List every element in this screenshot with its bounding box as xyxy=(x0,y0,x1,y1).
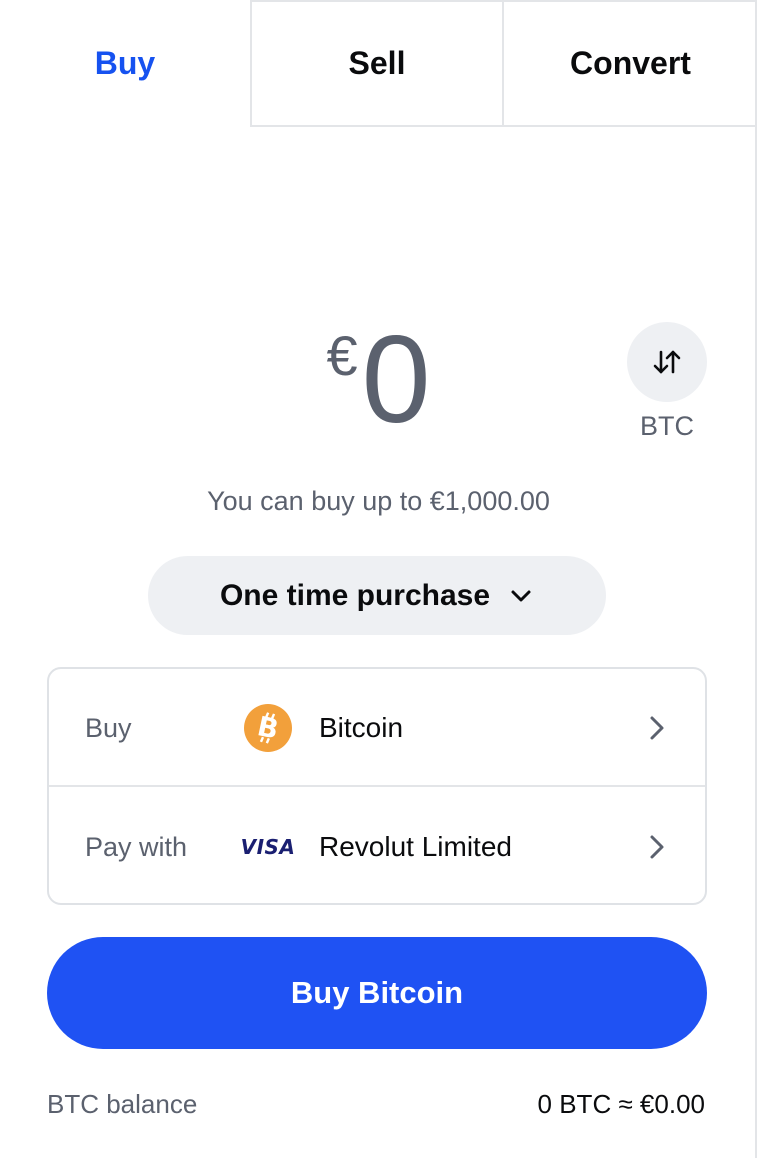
visa-icon: VISA xyxy=(241,823,295,871)
currency-switch-button[interactable] xyxy=(627,322,707,402)
chevron-right-icon xyxy=(650,835,664,859)
asset-row-value: Bitcoin xyxy=(319,712,404,743)
chevron-right-icon xyxy=(650,716,664,740)
buy-bitcoin-button[interactable]: Buy Bitcoin xyxy=(47,937,707,1049)
currency-symbol: € xyxy=(326,324,358,387)
visa-logo-text: VISA xyxy=(240,835,296,859)
amount-value: 0 xyxy=(361,311,431,449)
order-details-card: Buy B Bitcoin Pay with VISA Revolut Limi… xyxy=(47,667,707,905)
bitcoin-icon: B xyxy=(244,704,292,752)
tab-buy[interactable]: Buy xyxy=(0,0,250,127)
payment-row-value: Revolut Limited xyxy=(319,831,512,862)
frequency-dropdown[interactable]: One time purchase xyxy=(148,556,606,635)
switch-currency-label: BTC xyxy=(640,411,694,441)
tab-sell[interactable]: Sell xyxy=(250,0,502,127)
payment-row-label: Pay with xyxy=(85,831,188,862)
purchase-limit-text: You can buy up to €1,000.00 xyxy=(207,486,550,516)
asset-row[interactable]: Buy B Bitcoin xyxy=(49,669,705,787)
asset-row-label: Buy xyxy=(85,712,132,743)
swap-vertical-icon xyxy=(653,350,681,374)
buy-panel: Buy Sell Convert € 0 BTC You can buy up … xyxy=(0,0,757,1158)
tab-convert[interactable]: Convert xyxy=(502,0,757,127)
payment-row[interactable]: Pay with VISA Revolut Limited xyxy=(49,788,705,906)
balance-value: 0 BTC ≈ €0.00 xyxy=(537,1089,705,1119)
chevron-down-icon xyxy=(511,590,531,601)
frequency-selected: One time purchase xyxy=(219,578,491,612)
balance-label: BTC balance xyxy=(47,1089,198,1119)
